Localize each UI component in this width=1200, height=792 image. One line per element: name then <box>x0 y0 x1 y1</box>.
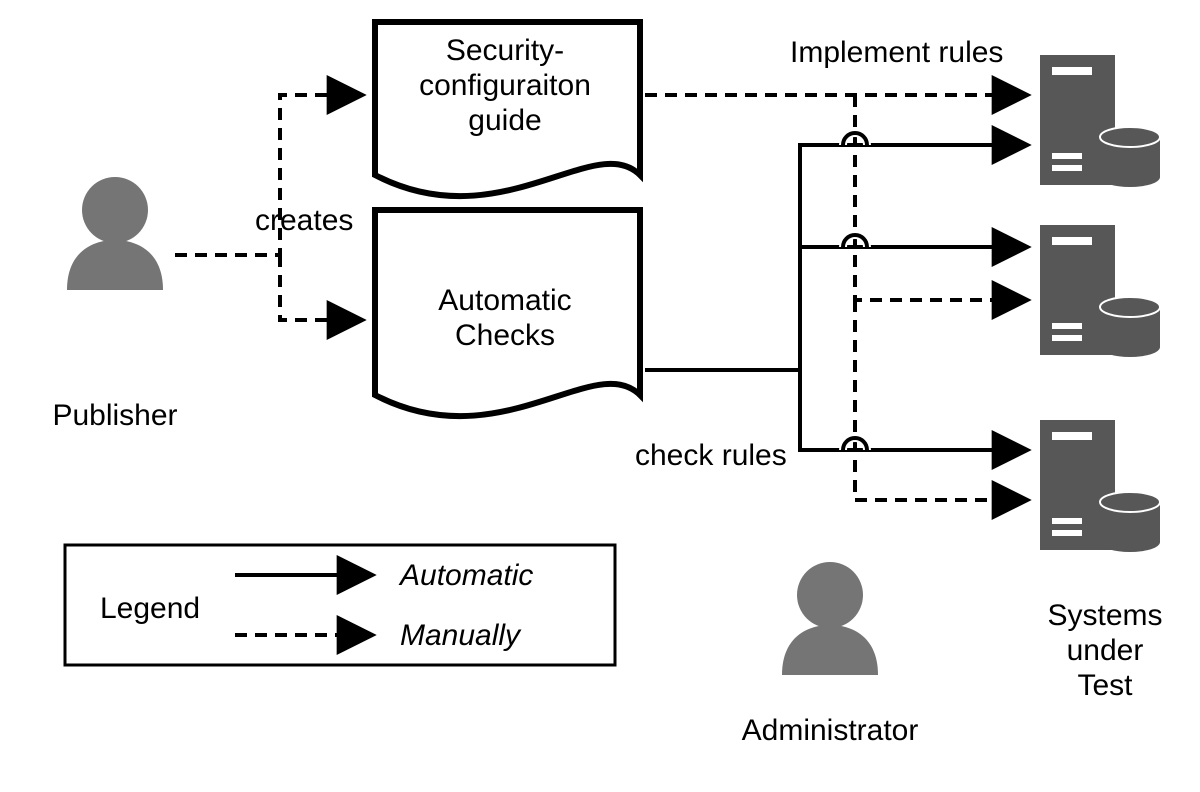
systems-label-3: Test <box>1077 669 1133 702</box>
creates-label: creates <box>255 204 353 237</box>
server-icon-3 <box>1040 420 1160 552</box>
edge-publisher-to-checks <box>280 255 360 320</box>
edge-checks-server3 <box>800 370 1025 450</box>
edge-guide-server3 <box>855 300 1025 500</box>
document-guide: Security- configuraiton guide <box>375 22 640 196</box>
checks-text-1: Automatic <box>438 284 571 317</box>
legend-box: Legend Automatic Manually <box>65 545 615 665</box>
administrator-label: Administrator <box>742 714 919 747</box>
guide-text-1: Security- <box>446 34 564 67</box>
implement-label: Implement rules <box>790 36 1003 69</box>
systems-label-1: Systems <box>1047 599 1162 632</box>
document-checks: Automatic Checks <box>375 210 640 416</box>
legend-title: Legend <box>100 592 200 625</box>
edge-checks-server1 <box>645 145 1025 370</box>
legend-automatic: Automatic <box>398 559 533 592</box>
systems-label-2: under <box>1067 634 1144 667</box>
edge-guide-server2 <box>855 95 1025 300</box>
publisher-icon <box>67 177 163 290</box>
legend-manually: Manually <box>400 619 522 652</box>
server-icon-1 <box>1040 55 1160 187</box>
publisher-label: Publisher <box>52 399 177 432</box>
administrator-icon <box>782 562 878 675</box>
server-icon-2 <box>1040 225 1160 357</box>
guide-text-2: configuraiton <box>419 69 591 102</box>
checks-text-2: Checks <box>455 319 555 352</box>
guide-text-3: guide <box>468 104 541 137</box>
check-label: check rules <box>635 439 787 472</box>
diagram: Publisher creates Security- configuraito… <box>0 0 1200 787</box>
